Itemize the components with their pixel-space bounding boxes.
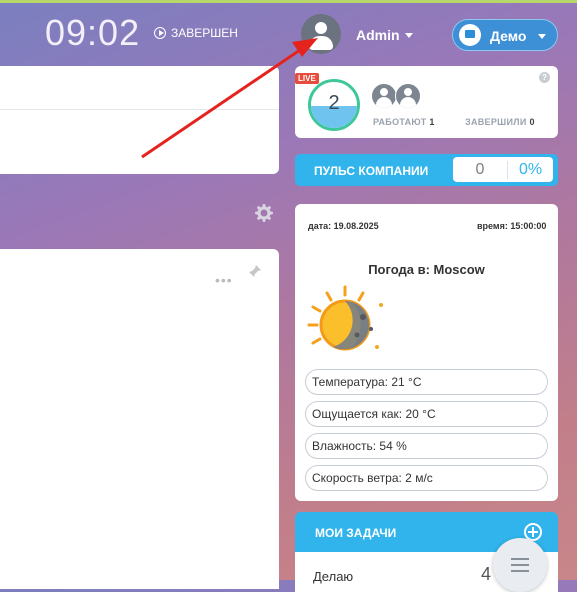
play-icon xyxy=(154,27,166,39)
online-count-gauge: 2 xyxy=(308,79,360,131)
feels-like-field: Ощущается как: 20 °C xyxy=(305,401,548,427)
pulse-values: 0 0% xyxy=(453,157,553,182)
employee-avatar[interactable] xyxy=(371,83,397,109)
weather-date: дата: 19.08.2025 xyxy=(308,221,379,231)
work-timer: 09:02 xyxy=(45,12,141,53)
user-name[interactable]: Admin xyxy=(356,27,400,43)
help-icon[interactable]: ? xyxy=(539,72,550,83)
demo-button[interactable]: Демо xyxy=(452,19,558,51)
left-card-top xyxy=(0,66,279,174)
workday-status[interactable]: ЗАВЕРШЕН xyxy=(154,26,238,40)
online-count: 2 xyxy=(328,92,340,114)
weather-title: Погода в: Moscow xyxy=(368,262,485,277)
top-accent-line xyxy=(0,0,577,3)
divider xyxy=(0,109,279,110)
chevron-down-icon xyxy=(538,34,546,39)
live-badge: LIVE xyxy=(295,73,319,84)
finished-stat: ЗАВЕРШИЛИ 0 xyxy=(465,117,535,127)
pin-icon[interactable] xyxy=(248,264,262,278)
employee-avatar[interactable] xyxy=(395,83,421,109)
sun-moon-icon xyxy=(307,285,383,351)
temperature-field: Температура: 21 °C xyxy=(305,369,548,395)
humidity-field: Влажность: 54 % xyxy=(305,433,548,459)
user-menu-chevron-down-icon[interactable] xyxy=(405,33,413,38)
presentation-icon xyxy=(459,24,481,46)
tasks-title: МОИ ЗАДАЧИ xyxy=(315,526,397,540)
pulse-title: ПУЛЬС КОМПАНИИ xyxy=(314,164,429,178)
company-pulse-bar[interactable]: ПУЛЬС КОМПАНИИ 0 0% xyxy=(295,154,558,186)
demo-label: Демо xyxy=(490,28,527,44)
menu-fab-button[interactable] xyxy=(493,538,547,592)
pulse-value: 0 xyxy=(453,161,508,179)
working-stat: РАБОТАЮТ 1 xyxy=(373,117,435,127)
pulse-percent: 0% xyxy=(518,161,543,178)
user-avatar[interactable] xyxy=(301,14,341,54)
wind-speed-field: Скорость ветра: 2 м/с xyxy=(305,465,548,491)
gear-icon[interactable] xyxy=(255,204,273,222)
task-status-icon: 4 xyxy=(481,564,492,584)
left-card-feed: ••• xyxy=(0,249,279,589)
task-item[interactable]: Делаю xyxy=(313,569,353,584)
status-label: ЗАВЕРШЕН xyxy=(171,26,238,40)
more-options-icon[interactable]: ••• xyxy=(215,272,233,288)
weather-time: время: 15:00:00 xyxy=(477,221,547,231)
